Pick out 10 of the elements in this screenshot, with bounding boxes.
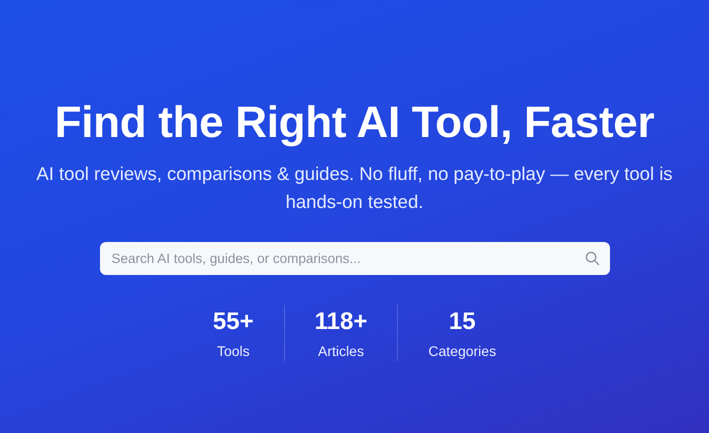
hero-title: Find the Right AI Tool, Faster: [54, 97, 654, 149]
hero-subtitle: AI tool reviews, comparisons & guides. No fluff, no pay-to-play — every tool is hands-on tested.: [35, 162, 674, 214]
stat-value: 55+: [212, 307, 254, 337]
search-field[interactable]: Search AI tools, guides, or comparisons...: [100, 242, 610, 275]
stat-label: Articles: [318, 342, 364, 361]
stat-value: 15: [448, 307, 476, 337]
stat-value: 118+: [314, 307, 368, 337]
stat-label: Tools: [216, 342, 250, 361]
stat-label: Categories: [428, 342, 496, 361]
search-icon[interactable]: [584, 251, 600, 266]
